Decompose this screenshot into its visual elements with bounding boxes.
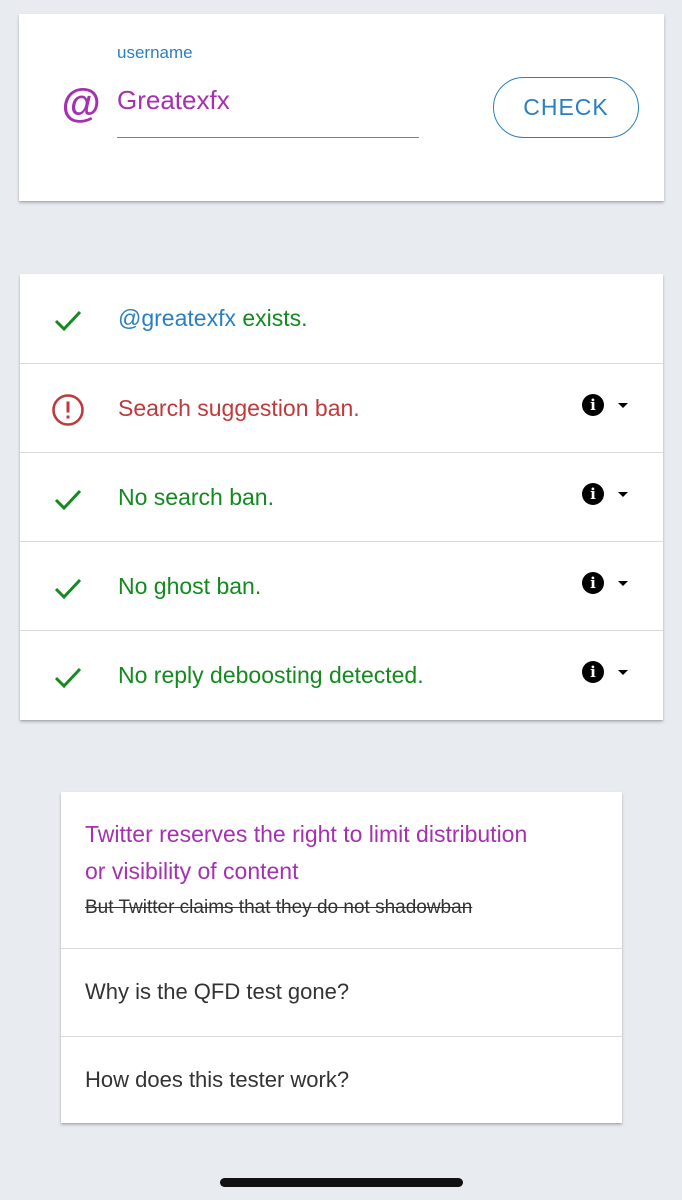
check-icon [54,310,82,332]
faq-item-qfd-test[interactable]: Why is the QFD test gone? [61,948,622,1036]
faq-item-twitter-rights[interactable]: Twitter reserves the right to limit dist… [61,792,622,948]
caret-down-icon [618,580,628,586]
result-row-search-suggestion-ban: Search suggestion ban. i [20,363,663,452]
info-dropdown-button[interactable]: i [582,659,638,685]
info-icon: i [582,483,604,505]
check-icon [54,667,82,689]
result-row-reply-deboosting: No reply deboosting detected. i [20,630,663,719]
check-icon [54,489,82,511]
faq-struck-text: But Twitter claims that they do not shad… [85,897,473,918]
username-input[interactable] [117,82,419,138]
info-icon: i [582,572,604,594]
info-dropdown-button[interactable]: i [582,481,638,507]
info-dropdown-button[interactable]: i [582,392,638,418]
at-icon: @ [61,82,101,126]
result-text: @greatexfx exists. [118,305,308,332]
faq-item-how-it-works[interactable]: How does this tester work? [61,1036,622,1123]
faq-card: Twitter reserves the right to limit dist… [61,792,622,1123]
username-link[interactable]: @greatexfx [118,305,236,331]
username-search-card: @ username CHECK [19,14,664,201]
caret-down-icon [618,669,628,675]
faq-title-line-2: or visibility of content [85,858,299,884]
alert-circle-icon [52,394,84,426]
result-row-search-ban: No search ban. i [20,452,663,541]
faq-question: Why is the QFD test gone? [85,979,350,1004]
result-text: No ghost ban. [118,573,262,599]
result-text: Search suggestion ban. [118,395,360,421]
check-button[interactable]: CHECK [493,77,639,138]
info-dropdown-button[interactable]: i [582,570,638,596]
faq-title-line-1: Twitter reserves the right to limit dist… [85,821,528,847]
result-row-ghost-ban: No ghost ban. i [20,541,663,630]
check-icon [54,578,82,600]
exists-text: exists. [235,305,308,331]
result-row-exists: @greatexfx exists. [20,274,663,363]
username-label: username [117,43,193,62]
info-icon: i [582,661,604,683]
faq-question: How does this tester work? [85,1067,350,1092]
result-text: No search ban. [118,484,274,510]
home-indicator[interactable] [220,1178,463,1187]
results-card: @greatexfx exists. Search suggestion ban… [20,274,663,720]
info-icon: i [582,394,604,416]
caret-down-icon [618,491,628,497]
caret-down-icon [618,402,628,408]
result-text: No reply deboosting detected. [118,662,424,688]
